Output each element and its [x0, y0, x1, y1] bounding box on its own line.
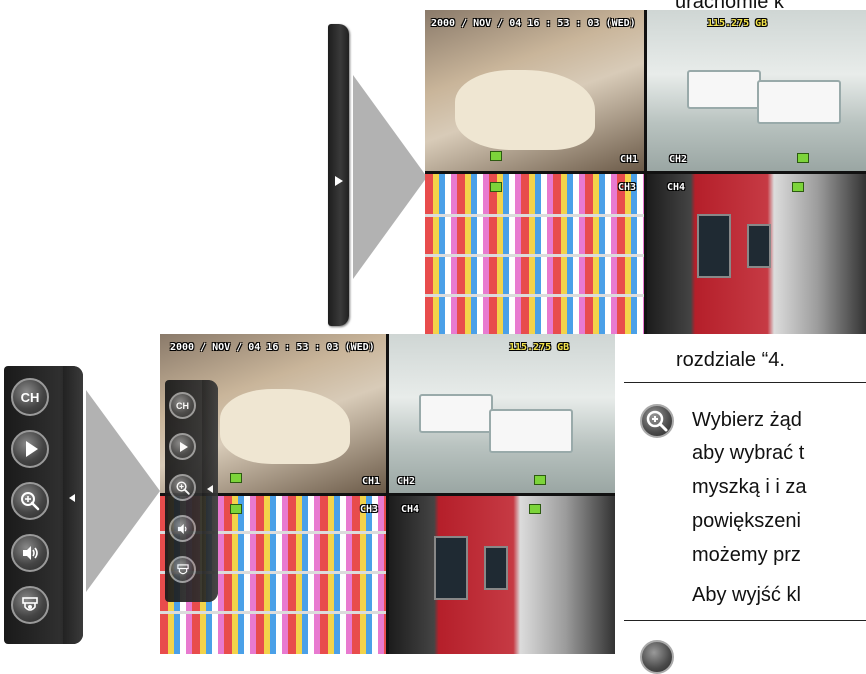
channel-label: CH3	[617, 181, 636, 193]
record-search-icon	[640, 640, 674, 674]
play-button[interactable]	[169, 433, 196, 460]
callout-triangle-top	[353, 75, 427, 279]
doc-text-line: myszką i i za	[692, 476, 807, 498]
doc-text-line: rozdziale “4.	[676, 349, 785, 371]
channel-label: CH4	[401, 503, 420, 515]
expanded-toolbar-overlay: CH	[165, 380, 218, 602]
play-icon	[26, 441, 38, 457]
channel-icon: CH	[20, 389, 40, 405]
play-button[interactable]	[11, 430, 49, 468]
channel-label: CH3	[359, 503, 378, 515]
channel-label: CH1	[619, 153, 638, 165]
ptz-icon	[22, 597, 38, 611]
ptz-button[interactable]	[169, 556, 196, 583]
doc-text-line: Aby wyjść kl	[692, 584, 801, 606]
doc-text-line: Wybierz żąd	[692, 409, 802, 431]
collapse-tab[interactable]	[202, 380, 218, 602]
zoom-icon	[21, 492, 40, 511]
audio-button[interactable]	[11, 534, 49, 572]
osd-datetime: 2000 / NOV / 04 16 : 53 : 03 (WED)	[170, 342, 375, 353]
section-divider	[624, 620, 866, 621]
collapse-arrow-icon[interactable]	[207, 485, 213, 493]
doc-text-line: powiększeni	[692, 510, 801, 532]
record-icon	[529, 503, 541, 514]
camera-view-ch2[interactable]: 115.275 GB CH2	[389, 334, 615, 493]
section-divider	[624, 382, 866, 383]
osd-storage: 115.275 GB	[707, 18, 768, 29]
channel-label: CH2	[669, 153, 688, 165]
channel-label: CH2	[397, 475, 416, 487]
record-icon	[534, 474, 546, 485]
callout-triangle-bottom	[86, 390, 160, 592]
channel-button[interactable]: CH	[11, 378, 49, 416]
camera-view-ch4[interactable]: CH4	[647, 173, 866, 334]
collapse-arrow-icon[interactable]	[69, 494, 75, 502]
zoom-icon	[640, 404, 674, 438]
doc-text-line: aby wybrać t	[692, 442, 805, 464]
record-icon	[230, 503, 242, 514]
zoom-button[interactable]	[169, 474, 196, 501]
osd-datetime: 2000 / NOV / 04 16 : 53 : 03 (WED)	[431, 18, 636, 29]
record-icon	[230, 472, 242, 483]
audio-icon	[177, 523, 186, 534]
record-icon	[797, 152, 809, 163]
zoom-icon	[175, 480, 190, 495]
record-icon	[490, 150, 502, 161]
camera-view-ch1[interactable]: 2000 / NOV / 04 16 : 53 : 03 (WED) CH1	[425, 10, 644, 171]
camera-view-ch4[interactable]: CH4	[389, 495, 615, 654]
zoom-button[interactable]	[11, 482, 49, 520]
channel-label: CH1	[361, 475, 380, 487]
collapse-tab[interactable]	[63, 366, 83, 644]
ptz-button[interactable]	[11, 586, 49, 624]
record-icon	[792, 181, 804, 192]
audio-icon	[23, 546, 38, 560]
camera-view-ch2[interactable]: 115.275 GB CH2	[647, 10, 866, 171]
play-icon	[180, 441, 188, 452]
audio-button[interactable]	[169, 515, 196, 542]
channel-button[interactable]: CH	[169, 392, 196, 419]
camera-grid-top: 2000 / NOV / 04 16 : 53 : 03 (WED) CH1 1…	[425, 10, 866, 334]
channel-icon: CH	[176, 400, 189, 411]
channel-label: CH4	[667, 181, 686, 193]
osd-storage: 115.275 GB	[509, 342, 570, 353]
expand-arrow-icon[interactable]	[335, 176, 343, 186]
camera-grid-bottom: 2000 / NOV / 04 16 : 53 : 03 (WED) CH1 1…	[160, 334, 615, 654]
record-icon	[490, 181, 502, 192]
ptz-icon	[176, 563, 189, 574]
doc-text-line: możemy prz	[692, 544, 801, 566]
collapsed-toolbar[interactable]	[328, 24, 349, 326]
expanded-toolbar: CH	[4, 366, 83, 644]
camera-view-ch3[interactable]: CH3	[425, 173, 644, 334]
